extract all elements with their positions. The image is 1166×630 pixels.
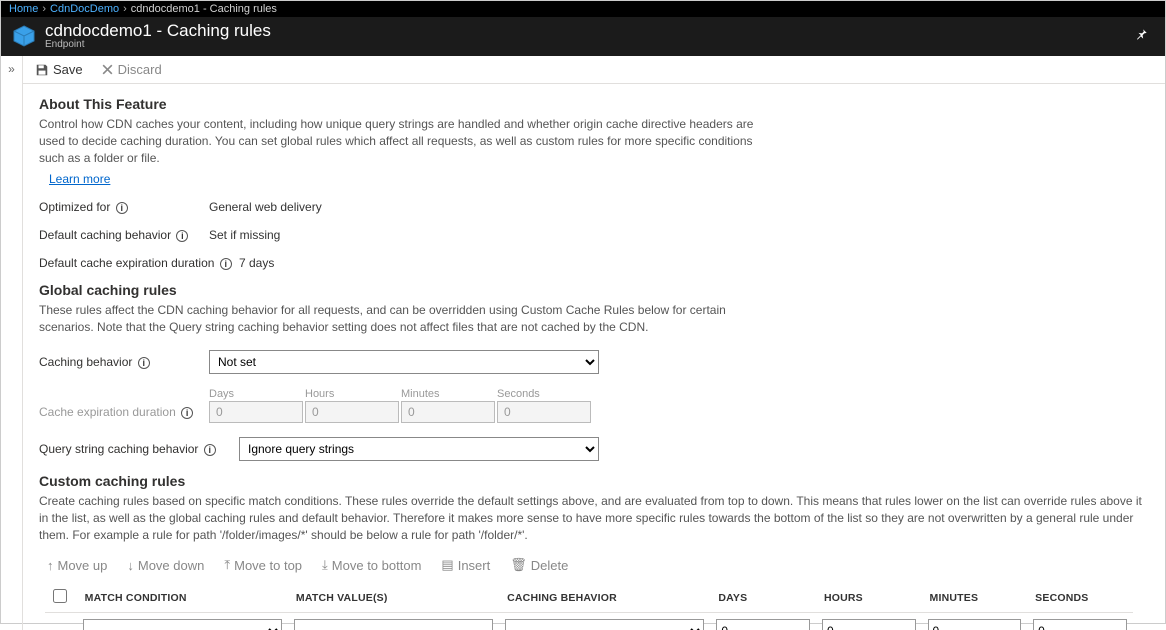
discard-label: Discard bbox=[118, 62, 162, 77]
row-hours-input[interactable] bbox=[822, 619, 916, 630]
row-caching-behavior-select[interactable] bbox=[505, 619, 704, 630]
save-button[interactable]: Save bbox=[35, 62, 83, 77]
delete-button[interactable]: 🗑Delete bbox=[510, 557, 568, 573]
breadcrumb-parent[interactable]: CdnDocDemo bbox=[50, 3, 119, 15]
minutes-input bbox=[401, 401, 495, 423]
delete-icon: 🗑 bbox=[510, 557, 527, 573]
move-down-button[interactable]: ↓Move down bbox=[127, 557, 204, 573]
breadcrumb-sep: › bbox=[123, 3, 127, 15]
match-condition-select[interactable] bbox=[83, 619, 282, 630]
seconds-input bbox=[497, 401, 591, 423]
about-description: Control how CDN caches your content, inc… bbox=[39, 116, 779, 166]
breadcrumb: Home › CdnDocDemo › cdndocdemo1 - Cachin… bbox=[1, 1, 1165, 17]
info-icon[interactable]: i bbox=[220, 258, 232, 270]
breadcrumb-current: cdndocdemo1 - Caching rules bbox=[131, 3, 277, 15]
info-icon[interactable]: i bbox=[116, 202, 128, 214]
default-caching-behavior-label: Default caching behavior i bbox=[39, 228, 209, 242]
breadcrumb-home[interactable]: Home bbox=[9, 3, 38, 15]
save-icon bbox=[35, 63, 49, 77]
seconds-label: Seconds bbox=[497, 388, 591, 400]
caching-behavior-label: Caching behavior i bbox=[39, 355, 209, 369]
arrow-up-icon: ↑ bbox=[47, 558, 54, 573]
command-bar: Save Discard bbox=[23, 56, 1165, 84]
col-caching-behavior: CACHING BEHAVIOR bbox=[499, 583, 710, 613]
info-icon[interactable]: i bbox=[204, 444, 216, 456]
info-icon[interactable]: i bbox=[181, 407, 193, 419]
insert-button[interactable]: ▤Insert bbox=[441, 557, 490, 573]
col-seconds: SECONDS bbox=[1027, 583, 1133, 613]
save-label: Save bbox=[53, 62, 83, 77]
breadcrumb-sep: › bbox=[42, 3, 46, 15]
col-minutes: MINUTES bbox=[922, 583, 1028, 613]
rules-toolbar: ↑Move up ↓Move down ⤒Move to top ⤓Move t… bbox=[39, 543, 1149, 583]
query-string-label: Query string caching behavior i bbox=[39, 442, 239, 456]
learn-more-link[interactable]: Learn more bbox=[49, 172, 110, 186]
arrow-bottom-icon: ⤓ bbox=[322, 557, 328, 573]
cache-expiration-label: Cache expiration duration i bbox=[39, 405, 209, 423]
col-hours: HOURS bbox=[816, 583, 922, 613]
move-top-button[interactable]: ⤒Move to top bbox=[224, 557, 302, 573]
table-row bbox=[45, 613, 1133, 630]
sidebar-expand-toggle[interactable]: » bbox=[1, 56, 23, 630]
page-title: cdndocdemo1 - Caching rules bbox=[45, 21, 271, 41]
match-values-input[interactable] bbox=[294, 619, 493, 630]
global-rules-description: These rules affect the CDN caching behav… bbox=[39, 302, 779, 336]
hours-label: Hours bbox=[305, 388, 399, 400]
query-string-select[interactable]: Ignore query strings bbox=[239, 437, 599, 461]
pin-icon[interactable] bbox=[1135, 27, 1149, 41]
row-days-input[interactable] bbox=[716, 619, 810, 630]
title-bar: cdndocdemo1 - Caching rules Endpoint bbox=[1, 17, 1165, 56]
default-expiration-label: Default cache expiration duration i bbox=[39, 256, 239, 270]
caching-behavior-select[interactable]: Not set bbox=[209, 350, 599, 374]
custom-rules-heading: Custom caching rules bbox=[39, 473, 1149, 489]
insert-icon: ▤ bbox=[441, 557, 453, 573]
endpoint-icon bbox=[11, 23, 37, 49]
about-heading: About This Feature bbox=[39, 96, 1149, 112]
optimized-for-label: Optimized for i bbox=[39, 200, 209, 214]
arrow-down-icon: ↓ bbox=[127, 558, 134, 573]
move-up-button[interactable]: ↑Move up bbox=[47, 557, 107, 573]
info-icon[interactable]: i bbox=[138, 357, 150, 369]
move-bottom-button[interactable]: ⤓Move to bottom bbox=[322, 557, 421, 573]
optimized-for-value: General web delivery bbox=[209, 200, 322, 214]
col-match-condition: MATCH CONDITION bbox=[77, 583, 288, 613]
col-match-values: MATCH VALUE(S) bbox=[288, 583, 499, 613]
days-label: Days bbox=[209, 388, 303, 400]
default-expiration-value: 7 days bbox=[239, 256, 274, 270]
resource-type-label: Endpoint bbox=[45, 39, 271, 50]
row-minutes-input[interactable] bbox=[928, 619, 1022, 630]
default-caching-behavior-value: Set if missing bbox=[209, 228, 280, 242]
col-days: DAYS bbox=[710, 583, 816, 613]
custom-rules-table: MATCH CONDITION MATCH VALUE(S) CACHING B… bbox=[45, 583, 1133, 630]
row-seconds-input[interactable] bbox=[1033, 619, 1127, 630]
discard-button[interactable]: Discard bbox=[101, 62, 162, 77]
minutes-label: Minutes bbox=[401, 388, 495, 400]
arrow-top-icon: ⤒ bbox=[224, 557, 230, 573]
hours-input bbox=[305, 401, 399, 423]
custom-rules-description: Create caching rules based on specific m… bbox=[39, 493, 1149, 543]
info-icon[interactable]: i bbox=[176, 230, 188, 242]
discard-icon bbox=[101, 63, 114, 76]
global-rules-heading: Global caching rules bbox=[39, 282, 1149, 298]
days-input bbox=[209, 401, 303, 423]
select-all-checkbox[interactable] bbox=[53, 589, 67, 603]
